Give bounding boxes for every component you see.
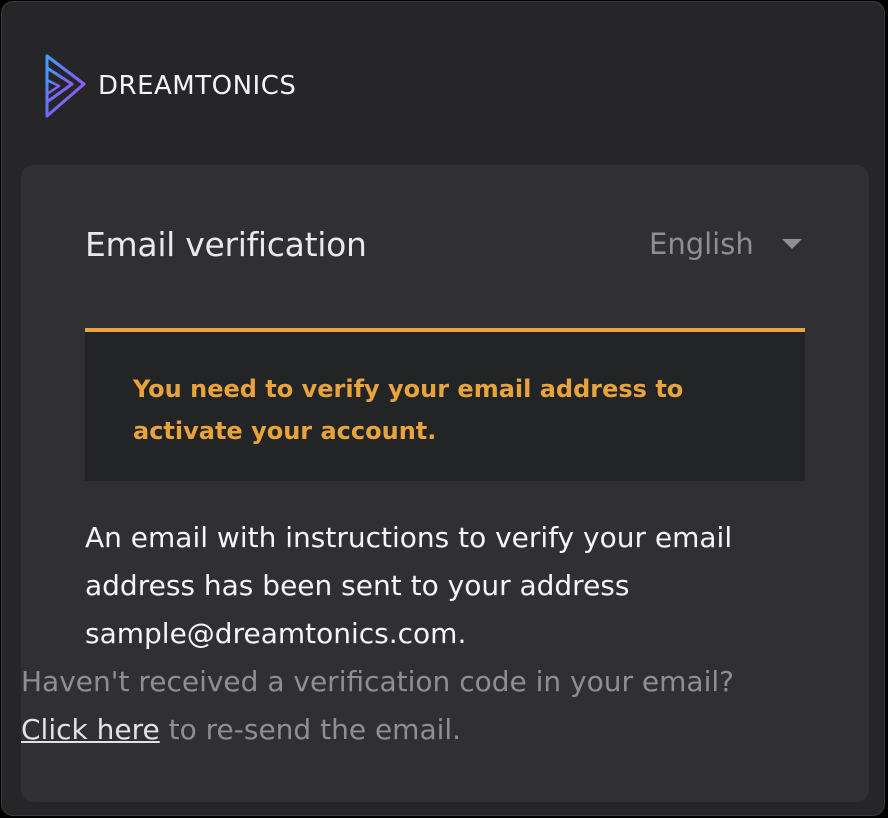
instructions-text: An email with instructions to verify you… xyxy=(85,521,733,650)
resend-section: Haven't received a verification code in … xyxy=(21,658,781,754)
brand-header: DREAMTONICS xyxy=(44,54,296,118)
verification-card: Email verification English You need to v… xyxy=(21,165,869,802)
dreamtonics-logo-icon xyxy=(45,54,86,118)
page-title: Email verification xyxy=(85,225,367,264)
chevron-down-icon xyxy=(781,239,802,249)
language-select-value: English xyxy=(649,227,754,261)
resend-suffix: to re-send the email. xyxy=(159,713,462,746)
warning-alert-message: You need to verify your email address to… xyxy=(133,375,684,445)
warning-alert: You need to verify your email address to… xyxy=(85,328,805,481)
verification-window: DREAMTONICS Email verification English Y… xyxy=(1,1,885,816)
resend-link[interactable]: Click here xyxy=(21,713,160,746)
resend-line: Click here to re-send the email. xyxy=(21,706,781,754)
language-select[interactable]: English xyxy=(649,227,802,261)
brand-name: DREAMTONICS xyxy=(98,71,297,101)
resend-question: Haven't received a verification code in … xyxy=(21,665,734,698)
